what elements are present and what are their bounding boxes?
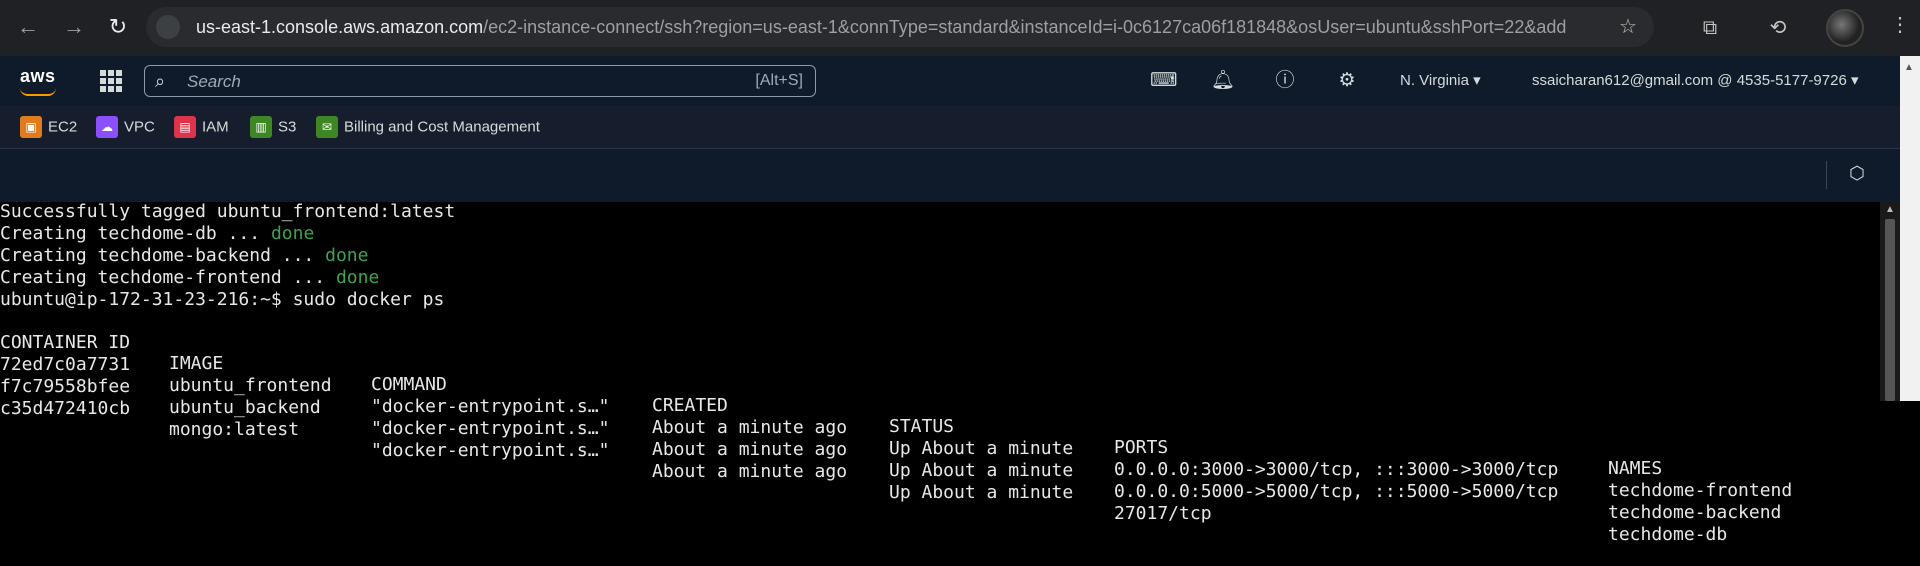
extensions-icon[interactable]: ⧉: [1696, 14, 1724, 42]
notifications-bell-icon[interactable]: 🔔︎: [1210, 68, 1236, 94]
url-text[interactable]: us-east-1.console.aws.amazon.com/ec2-ins…: [196, 17, 1566, 38]
vpc-icon: ☁: [96, 116, 118, 138]
help-icon[interactable]: ⓘ: [1272, 68, 1298, 94]
s3-icon: ▥: [250, 116, 272, 138]
terminal-prompt-line: ubuntu@ip-172-31-23-216:~$ sudo docker p…: [0, 289, 445, 310]
reload-icon[interactable]: ↻: [104, 13, 132, 41]
favorite-iam[interactable]: ▤ IAM: [174, 116, 229, 138]
terminal[interactable]: Successfully tagged ubuntu_frontend:late…: [0, 201, 1880, 545]
browser-toolbar: ← → ↻ us-east-1.console.aws.amazon.com/e…: [0, 0, 1920, 56]
docker-ps-row: f7c79558bfee ubuntu_backend "docker-entr…: [0, 376, 1782, 523]
docker-ps-row: 72ed7c0a7731 ubuntu_frontend "docker-ent…: [0, 354, 1793, 501]
terminal-line: Creating techdome-backend ... done: [0, 245, 369, 266]
aws-logo-smile: [20, 88, 56, 96]
chrome-menu-icon[interactable]: ⋮: [1890, 12, 1910, 37]
terminal-line: Creating techdome-frontend ... done: [0, 267, 380, 288]
services-menu-icon[interactable]: [100, 70, 122, 92]
settings-gear-icon[interactable]: ⚙: [1334, 68, 1360, 94]
history-icon[interactable]: ⟲: [1764, 14, 1792, 42]
search-shortcut: [Alt+S]: [755, 72, 803, 89]
favorite-billing[interactable]: ✉ Billing and Cost Management: [316, 116, 540, 138]
cloudshell-icon[interactable]: ⌨: [1150, 68, 1177, 94]
instance-connect-bar: ⬡: [0, 148, 1900, 202]
page-scrollbar[interactable]: ▲: [1900, 56, 1920, 401]
search-placeholder: Search: [187, 72, 241, 91]
instance-connect-settings-icon[interactable]: ⬡: [1846, 163, 1868, 185]
search-input[interactable]: ⌕ Search [Alt+S]: [144, 65, 816, 97]
billing-icon: ✉: [316, 116, 338, 138]
favorite-s3[interactable]: ▥ S3: [250, 116, 296, 138]
terminal-line: Creating techdome-db ... done: [0, 223, 315, 244]
aws-logo[interactable]: aws: [20, 66, 56, 87]
favorites-bar: ▣ EC2 ☁ VPC ▤ IAM ▥ S3 ✉ Billing and Cost Man…: [0, 106, 1900, 148]
docker-ps-row: c35d472410cb mongo:latest "docker-entryp…: [0, 398, 1728, 545]
forward-arrow-icon[interactable]: →: [60, 13, 88, 41]
aws-console-header: aws ⌕ Search [Alt+S] ⌨ 🔔︎ ⓘ ⚙ N. Virgini…: [0, 56, 1900, 106]
favorite-vpc[interactable]: ☁ VPC: [96, 116, 155, 138]
terminal-scrollbar[interactable]: ▲: [1880, 201, 1900, 401]
favorite-ec2[interactable]: ▣ EC2: [20, 116, 77, 138]
address-bar[interactable]: us-east-1.console.aws.amazon.com/ec2-ins…: [146, 7, 1654, 47]
profile-avatar[interactable]: [1826, 9, 1864, 47]
ec2-icon: ▣: [20, 116, 42, 138]
page-scroll-up-arrow-icon[interactable]: ▲: [1904, 62, 1914, 73]
search-icon: ⌕: [155, 71, 166, 91]
account-menu[interactable]: ssaicharan612@gmail.com @ 4535-5177-9726…: [1532, 71, 1859, 89]
terminal-scroll-thumb[interactable]: [1885, 219, 1895, 401]
divider: [1826, 161, 1827, 189]
bookmark-star-icon[interactable]: ☆: [1614, 13, 1642, 41]
terminal-line: Successfully tagged ubuntu_frontend:late…: [0, 201, 456, 222]
region-selector[interactable]: N. Virginia ▾: [1400, 71, 1481, 89]
back-arrow-icon[interactable]: ←: [14, 13, 42, 41]
iam-icon: ▤: [174, 116, 196, 138]
scroll-up-arrow-icon[interactable]: ▲: [1885, 204, 1895, 215]
docker-ps-header: CONTAINER ID IMAGE COMMAND CREATED STATU…: [0, 332, 1663, 479]
site-info-icon[interactable]: [156, 15, 180, 39]
